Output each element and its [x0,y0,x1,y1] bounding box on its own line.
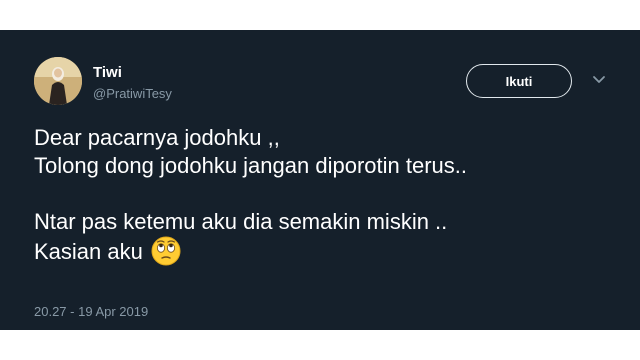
tweet-text: Dear pacarnya jodohku ,, Tolong dong jod… [34,124,467,273]
follow-button-label: Ikuti [505,73,533,89]
follow-button[interactable]: Ikuti [466,64,572,98]
face-with-rolling-eyes-icon [151,236,181,273]
display-name[interactable]: Tiwi [93,64,122,81]
tweet-line: Kasian aku [34,239,143,264]
tweet-timestamp[interactable]: 20.27 - 19 Apr 2019 [34,304,148,319]
tweet-last-line: Kasian aku [34,236,467,273]
tweet-line: Ntar pas ketemu aku dia semakin miskin .… [34,209,448,234]
tweet-card: Tiwi @PratiwiTesy Ikuti Dear pacarnya jo… [0,30,640,330]
avatar-photo [34,57,82,105]
avatar[interactable] [34,57,82,105]
tweet-line: Tolong dong jodohku jangan diporotin ter… [34,153,467,178]
tweet-line: Dear pacarnya jodohku ,, [34,125,280,150]
chevron-down-icon[interactable] [592,75,606,85]
user-handle[interactable]: @PratiwiTesy [93,86,172,101]
